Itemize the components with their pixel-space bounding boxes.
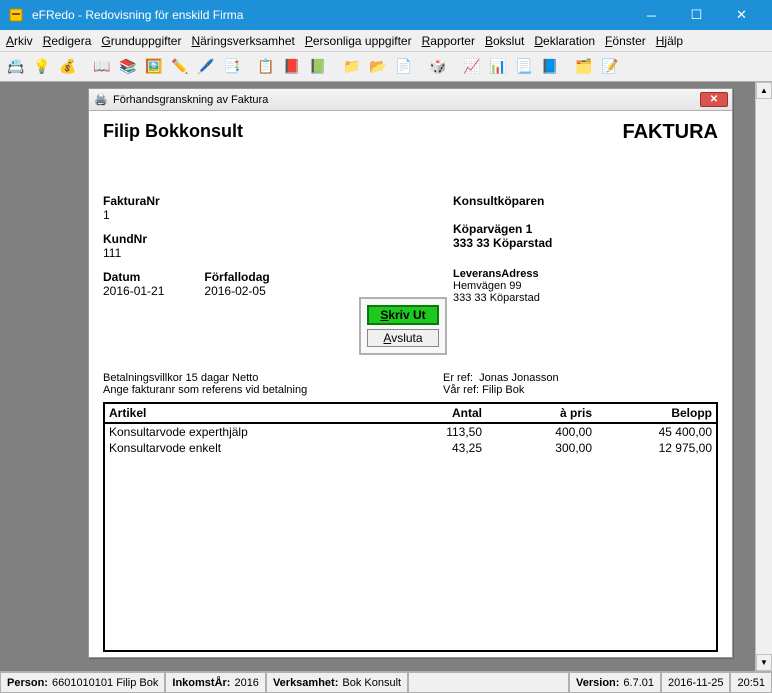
kundnr-label: KundNr [103,232,363,246]
toolbar-btn-9[interactable]: 📑 [220,55,244,79]
col-apris: à pris [482,406,592,420]
preview-body: Filip Bokkonsult FAKTURA FakturaNr 1 Kun… [89,111,732,657]
toolbar-btn-13[interactable]: 📁 [340,55,364,79]
toolbar-btn-7[interactable]: ✏️ [168,55,192,79]
toolbar-btn-15[interactable]: 📄 [392,55,416,79]
col-antal: Antal [392,406,482,420]
invoice-items-table: Artikel Antal à pris Belopp Konsultarvod… [103,402,718,652]
invoice-preview-window: 🖨️ Förhandsgranskning av Faktura ✕ Filip… [88,88,733,658]
lev-addr1: Hemvägen 99 [453,280,718,292]
cell-belopp: 12 975,00 [592,441,712,455]
cell-antal: 43,25 [392,441,482,455]
lev-label: LeveransAdress [453,268,539,280]
buyer-name: Konsultköparen [453,194,718,208]
menu-grunduppgifter[interactable]: Grunduppgifter [101,34,181,48]
printer-icon: 🖨️ [93,93,109,106]
vertical-scrollbar[interactable]: ▲ ▼ [755,82,772,671]
status-inkomstar: InkomstÅr:2016 [165,672,266,693]
toolbar-btn-8[interactable]: 🖊️ [194,55,218,79]
toolbar-btn-19[interactable]: 📃 [512,55,536,79]
preview-title-text: Förhandsgranskning av Faktura [113,94,268,106]
table-row: Konsultarvode experthjälp 113,50 400,00 … [105,424,716,440]
mdi-client-area: 🖨️ Förhandsgranskning av Faktura ✕ Filip… [0,82,772,671]
toolbar-btn-3[interactable]: 💰 [56,55,80,79]
payment-terms: Betalningsvillkor 15 dagar Netto [103,372,443,384]
fakturanr-label: FakturaNr [103,194,363,208]
toolbar-btn-4[interactable]: 📖 [90,55,114,79]
buyer-addr2: 333 33 Köparstad [453,236,718,250]
kundnr-value: 111 [103,246,363,260]
scroll-up-icon[interactable]: ▲ [756,82,772,99]
toolbar-btn-22[interactable]: 📝 [598,55,622,79]
action-box: Skriv Ut Avsluta [359,297,447,355]
cell-artikel: Konsultarvode enkelt [109,441,392,455]
toolbar-btn-1[interactable]: 📇 [4,55,28,79]
payment-ref-note: Ange fakturanr som referens vid betalnin… [103,384,443,396]
scroll-down-icon[interactable]: ▼ [756,654,772,671]
menu-deklaration[interactable]: Deklaration [534,34,595,48]
var-ref-value: Filip Bok [482,384,524,396]
toolbar-btn-20[interactable]: 📘 [538,55,562,79]
minimize-button[interactable]: ─ [629,0,674,30]
close-preview-button[interactable]: Avsluta [367,329,439,347]
cell-antal: 113,50 [392,425,482,439]
status-person: Person:6601010101 Filip Bok [0,672,165,693]
toolbar-btn-14[interactable]: 📂 [366,55,390,79]
forfall-value: 2016-02-05 [204,284,269,298]
forfall-label: Förfallodag [204,270,269,284]
toolbar-btn-16[interactable]: 🎲 [426,55,450,79]
menu-rapporter[interactable]: Rapporter [422,34,475,48]
cell-apris: 400,00 [482,425,592,439]
preview-titlebar[interactable]: 🖨️ Förhandsgranskning av Faktura ✕ [89,89,732,111]
toolbar-btn-18[interactable]: 📊 [486,55,510,79]
toolbar-btn-2[interactable]: 💡 [30,55,54,79]
toolbar-btn-6[interactable]: 🖼️ [142,55,166,79]
fakturanr-value: 1 [103,208,363,222]
toolbar-btn-11[interactable]: 📕 [280,55,304,79]
menu-hjalp[interactable]: Hjälp [656,34,683,48]
menu-redigera[interactable]: Redigera [43,34,92,48]
company-name: Filip Bokkonsult [103,121,243,142]
maximize-button[interactable]: ☐ [674,0,719,30]
var-ref-label: Vår ref: [443,384,479,396]
cell-apris: 300,00 [482,441,592,455]
statusbar: Person:6601010101 Filip Bok InkomstÅr:20… [0,671,772,693]
cell-belopp: 45 400,00 [592,425,712,439]
cell-artikel: Konsultarvode experthjälp [109,425,392,439]
document-type: FAKTURA [622,121,718,144]
datum-value: 2016-01-21 [103,284,164,298]
window-title: eFRedo - Redovisning för enskild Firma [32,8,243,22]
menu-arkiv-label: rkiv [14,34,33,48]
datum-label: Datum [103,270,164,284]
toolbar-btn-17[interactable]: 📈 [460,55,484,79]
toolbar-btn-21[interactable]: 🗂️ [572,55,596,79]
col-artikel: Artikel [109,406,392,420]
status-verksamhet: Verksamhet:Bok Konsult [266,672,408,693]
table-row: Konsultarvode enkelt 43,25 300,00 12 975… [105,440,716,456]
toolbar-btn-5[interactable]: 📚 [116,55,140,79]
status-version: Version:6.7.01 [569,672,661,693]
window-titlebar: eFRedo - Redovisning för enskild Firma ─… [0,0,772,30]
menu-bokslut[interactable]: Bokslut [485,34,524,48]
er-ref-label: Er ref: [443,372,473,384]
menu-fonster[interactable]: Fönster [605,34,646,48]
menu-naringsverksamhet[interactable]: Näringsverksamhet [191,34,294,48]
col-belopp: Belopp [592,406,712,420]
er-ref-value: Jonas Jonasson [479,372,559,384]
app-icon [8,7,24,23]
toolbar-btn-12[interactable]: 📗 [306,55,330,79]
preview-close-button[interactable]: ✕ [700,92,728,107]
close-button[interactable]: ✕ [719,0,764,30]
buyer-addr1: Köparvägen 1 [453,222,718,236]
menu-personliga[interactable]: Personliga uppgifter [305,34,412,48]
menubar: Arkiv Redigera Grunduppgifter Näringsver… [0,30,772,52]
toolbar-btn-10[interactable]: 📋 [254,55,278,79]
print-button[interactable]: Skriv Ut [367,305,439,325]
toolbar: 📇 💡 💰 📖 📚 🖼️ ✏️ 🖊️ 📑 📋 📕 📗 📁 📂 📄 🎲 📈 📊 📃… [0,52,772,82]
status-time: 20:51 [730,672,772,693]
status-date: 2016-11-25 [661,672,730,693]
lev-addr2: 333 33 Köparstad [453,292,718,304]
menu-arkiv[interactable]: Arkiv [6,34,33,48]
